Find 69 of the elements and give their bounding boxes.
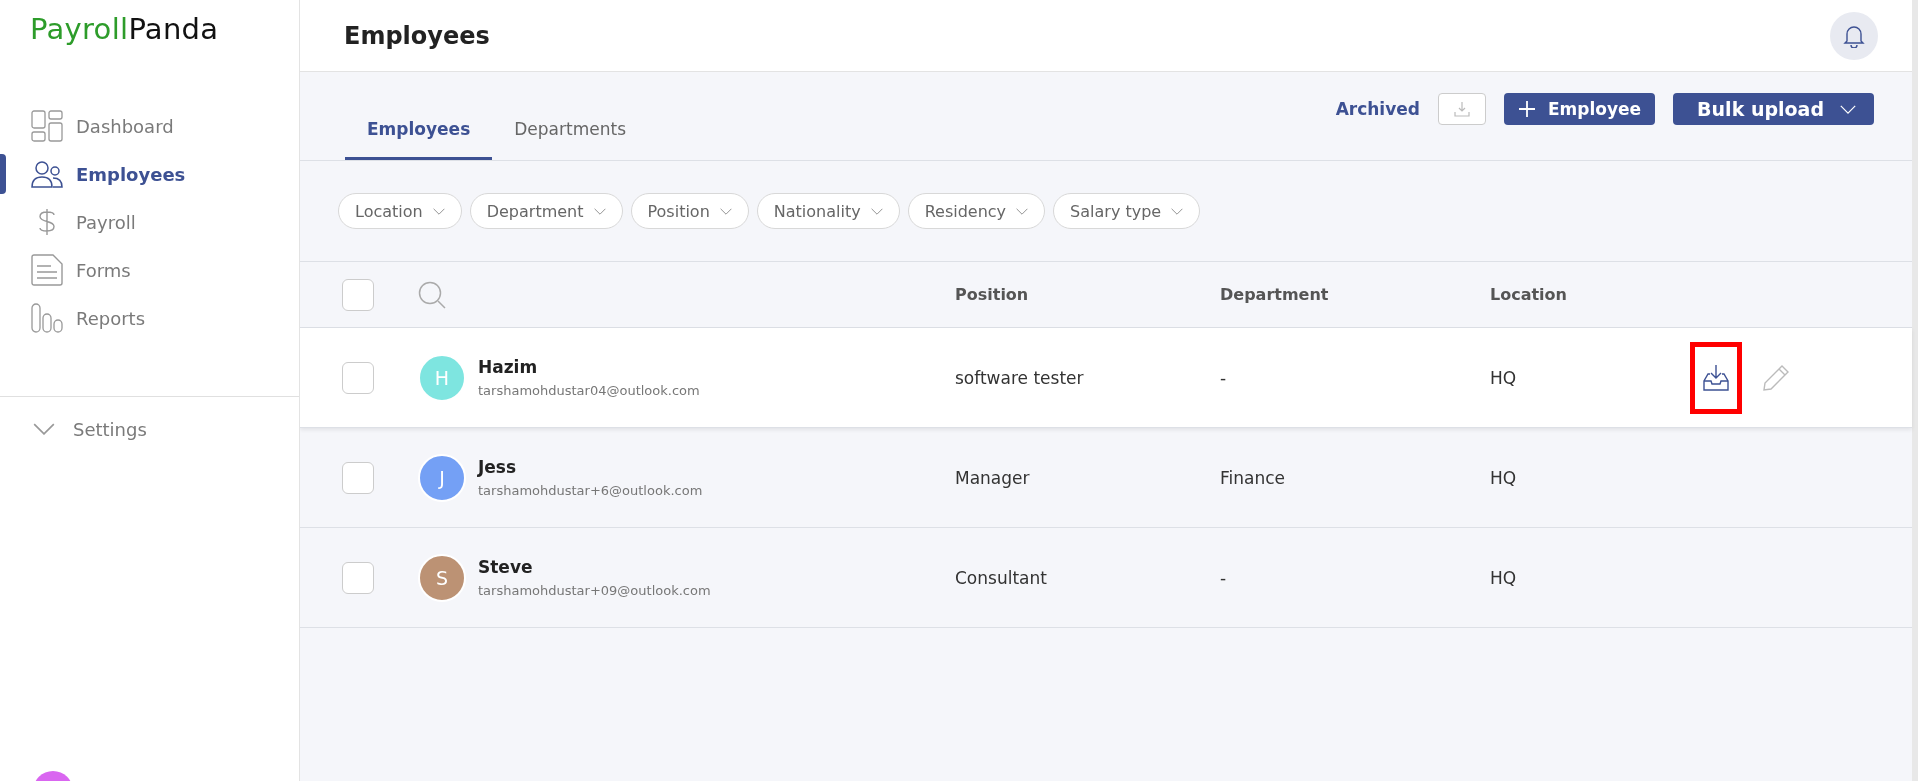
filter-dropdown[interactable]: Residency (907, 193, 1046, 229)
employee-name: Hazim (478, 357, 538, 377)
filter-dropdown[interactable]: Nationality (756, 193, 900, 229)
people-icon (31, 160, 63, 188)
position-cell: software tester (955, 367, 1084, 388)
location-cell: HQ (1490, 467, 1517, 488)
filter-dropdown[interactable]: Location (338, 193, 462, 229)
chevron-down-icon (593, 207, 606, 215)
select-all-checkbox[interactable] (342, 278, 374, 311)
sidebar-item[interactable]: Forms (0, 246, 299, 294)
chevron-down-icon (870, 207, 883, 215)
filter-dropdown[interactable]: Salary type (1053, 193, 1201, 229)
sidebar-item[interactable]: Payroll (0, 198, 299, 246)
row-checkbox[interactable] (342, 561, 374, 594)
chevron-down-icon (432, 207, 445, 215)
employee-name: Steve (478, 557, 533, 577)
sidebar-item[interactable]: Reports (0, 294, 299, 342)
dashboard-icon (31, 110, 63, 142)
tab[interactable]: Employees (345, 119, 493, 160)
bulk-upload-button[interactable]: Bulk upload (1673, 93, 1874, 125)
archived-link[interactable]: Archived (1335, 99, 1420, 119)
chevron-down-icon (719, 207, 732, 215)
department-cell: Finance (1220, 467, 1286, 488)
chevron-down-icon (1171, 207, 1184, 215)
chevron-down-icon (33, 423, 55, 435)
employee-row[interactable]: S Steve tarshamohdustar+09@outlook.com Consultant - HQ (300, 528, 1912, 628)
sidebar-item[interactable]: Employees (0, 150, 299, 198)
row-checkbox[interactable] (342, 361, 374, 394)
download-button[interactable] (1437, 93, 1486, 125)
position-cell: Manager (955, 467, 1030, 488)
column-header: Location (1490, 285, 1567, 304)
download-tray-icon (1703, 363, 1729, 392)
active-indicator (0, 154, 6, 194)
notifications-button[interactable] (1830, 11, 1878, 60)
employee-name: Jess (478, 457, 517, 477)
department-cell: - (1220, 567, 1227, 588)
app-logo[interactable]: PayrollPanda (0, 0, 219, 60)
department-cell: - (1220, 367, 1227, 388)
avatar: J (418, 453, 466, 502)
add-employee-button[interactable]: Employee (1503, 93, 1656, 125)
location-cell: HQ (1490, 567, 1517, 588)
location-cell: HQ (1490, 367, 1517, 388)
filter-dropdown[interactable]: Position (630, 193, 749, 229)
row-checkbox[interactable] (342, 461, 374, 494)
chevron-down-icon (1840, 104, 1856, 114)
avatar: S (418, 553, 466, 602)
employee-email: tarshamohdustar+09@outlook.com (478, 583, 711, 598)
download-icon (1453, 101, 1470, 117)
bell-icon (1843, 23, 1865, 48)
employee-email: tarshamohdustar04@outlook.com (478, 383, 700, 398)
search-icon[interactable] (418, 280, 446, 309)
employee-row[interactable]: H Hazim tarshamohdustar04@outlook.com software tester - HQ (300, 328, 1912, 428)
chevron-down-icon (1016, 207, 1029, 215)
bar-chart-icon (31, 303, 63, 333)
plus-icon (1517, 100, 1536, 118)
settings-item[interactable]: Settings (0, 397, 299, 461)
employee-row[interactable]: J Jess tarshamohdustar+6@outlook.com Manager Finance HQ (300, 428, 1912, 528)
column-header: Department (1220, 285, 1329, 304)
dollar-icon (37, 208, 57, 236)
avatar: H (418, 353, 466, 402)
filter-dropdown[interactable]: Department (469, 193, 623, 229)
page-title: Employees (344, 21, 490, 50)
tab[interactable]: Departments (492, 119, 648, 160)
pencil-icon (1762, 363, 1790, 392)
sidebar-item[interactable]: Dashboard (0, 102, 299, 150)
column-header: Position (955, 285, 1029, 304)
employee-email: tarshamohdustar+6@outlook.com (478, 483, 703, 498)
document-icon (31, 254, 63, 286)
position-cell: Consultant (955, 567, 1047, 588)
